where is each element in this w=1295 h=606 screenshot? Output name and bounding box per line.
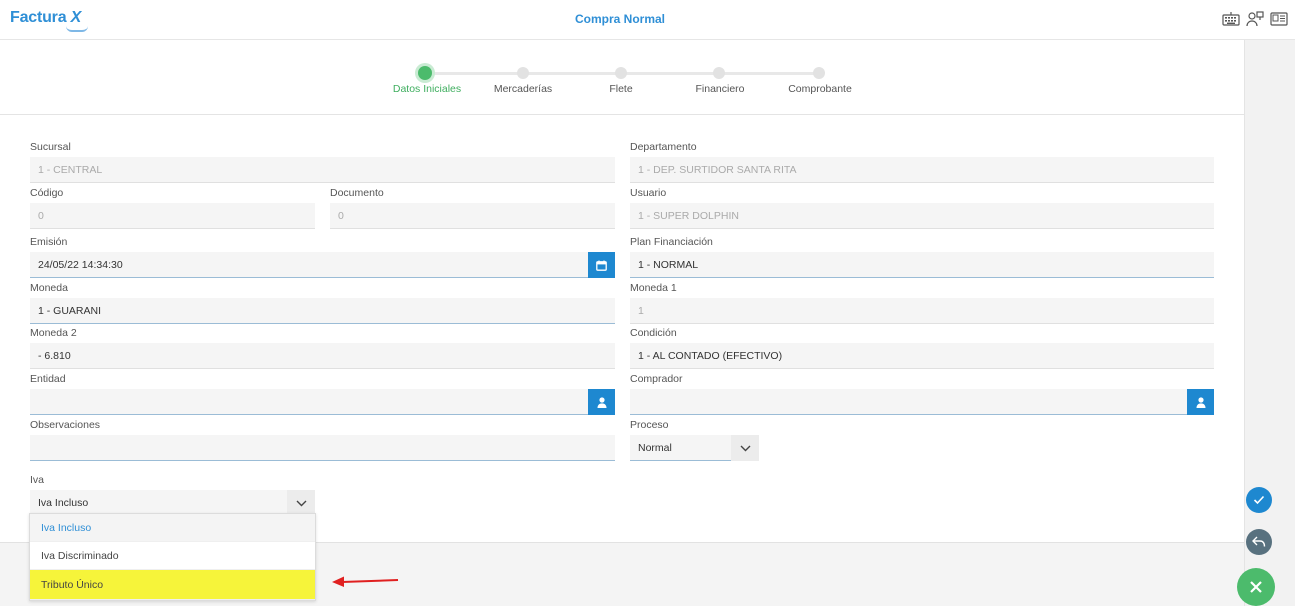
field-moneda: Moneda 1 - GUARANI — [30, 281, 615, 324]
sucursal-input[interactable]: 1 - CENTRAL — [30, 157, 615, 183]
plan-financiacion-input[interactable]: 1 - NORMAL — [630, 252, 1214, 278]
label-plan-financiacion: Plan Financiación — [630, 236, 713, 248]
reply-icon — [1252, 536, 1266, 547]
emision-input[interactable]: 24/05/22 14:34:30 — [30, 252, 615, 278]
user-network-icon[interactable] — [1246, 11, 1264, 27]
condicion-input[interactable]: 1 - AL CONTADO (EFECTIVO) — [630, 343, 1214, 369]
usuario-input[interactable]: 1 - SUPER DOLPHIN — [630, 203, 1214, 229]
top-bar: Factura X Compra Normal — [0, 0, 1295, 40]
field-observaciones: Observaciones — [30, 418, 615, 461]
departamento-input[interactable]: 1 - DEP. SURTIDOR SANTA RITA — [630, 157, 1214, 183]
comprador-input[interactable] — [630, 389, 1214, 415]
field-sucursal: Sucursal 1 - CENTRAL — [30, 140, 615, 183]
field-comprador: Comprador — [630, 372, 1214, 415]
step-label-financiero[interactable]: Financiero — [695, 83, 744, 95]
codigo-input[interactable]: 0 — [30, 203, 315, 229]
right-rail — [1244, 40, 1295, 606]
close-button[interactable] — [1237, 568, 1275, 606]
label-sucursal: Sucursal — [30, 141, 71, 153]
field-proceso: Proceso Normal — [630, 418, 759, 461]
label-usuario: Usuario — [630, 187, 667, 199]
label-entidad: Entidad — [30, 373, 66, 385]
label-proceso: Proceso — [630, 419, 669, 431]
step-dot-financiero[interactable] — [713, 67, 725, 79]
iva-dropdown: Iva Incluso Iva Discriminado Tributo Úni… — [29, 513, 316, 601]
id-card-icon[interactable] — [1270, 11, 1288, 27]
proceso-select[interactable]: Normal — [630, 435, 759, 461]
label-observaciones: Observaciones — [30, 419, 101, 431]
label-emision: Emisión — [30, 236, 68, 248]
label-moneda: Moneda — [30, 282, 68, 294]
moneda1-input[interactable]: 1 — [630, 298, 1214, 324]
field-codigo: Código 0 — [30, 186, 315, 229]
top-icons — [1222, 11, 1288, 27]
proceso-value: Normal — [638, 442, 672, 454]
label-departamento: Departamento — [630, 141, 697, 153]
close-icon — [1250, 581, 1262, 593]
label-moneda2: Moneda 2 — [30, 327, 77, 339]
field-usuario: Usuario 1 - SUPER DOLPHIN — [630, 186, 1214, 229]
iva-value: Iva Incluso — [38, 497, 89, 509]
check-icon — [1253, 495, 1265, 505]
label-documento: Documento — [330, 187, 384, 199]
keyboard-icon[interactable] — [1222, 11, 1240, 27]
chevron-down-icon — [296, 500, 306, 506]
proceso-chevron[interactable] — [731, 435, 759, 461]
documento-input[interactable]: 0 — [330, 203, 615, 229]
field-emision: Emisión 24/05/22 14:34:30 — [30, 235, 615, 278]
undo-button[interactable] — [1246, 529, 1272, 555]
emision-value: 24/05/22 14:34:30 — [38, 259, 123, 271]
iva-option-incluso[interactable]: Iva Incluso — [30, 514, 315, 542]
iva-option-discriminado[interactable]: Iva Discriminado — [30, 542, 315, 570]
step-dot-comprobante[interactable] — [813, 67, 825, 79]
label-iva: Iva — [30, 474, 45, 486]
calendar-icon — [596, 260, 607, 271]
logo-swoosh — [66, 26, 88, 32]
moneda2-input[interactable]: - 6.810 — [30, 343, 615, 369]
field-condicion: Condición 1 - AL CONTADO (EFECTIVO) — [630, 326, 1214, 369]
annotation-arrow — [332, 576, 399, 587]
label-codigo: Código — [30, 187, 64, 199]
field-entidad: Entidad — [30, 372, 615, 415]
field-departamento: Departamento 1 - DEP. SURTIDOR SANTA RIT… — [630, 140, 1214, 183]
step-dot-datos-iniciales[interactable] — [418, 66, 432, 80]
observaciones-input[interactable] — [30, 435, 615, 461]
field-documento: Documento 0 — [330, 186, 615, 229]
comprador-search-button[interactable] — [1187, 389, 1214, 415]
chevron-down-icon — [740, 445, 750, 451]
page-title: Compra Normal — [574, 12, 666, 26]
user-icon — [597, 396, 606, 408]
step-dot-mercaderias[interactable] — [517, 67, 529, 79]
confirm-button[interactable] — [1246, 487, 1272, 513]
field-moneda1: Moneda 1 1 — [630, 281, 1214, 324]
field-iva: Iva Iva Incluso — [30, 473, 315, 516]
entidad-input[interactable] — [30, 389, 615, 415]
moneda-input[interactable]: 1 - GUARANI — [30, 298, 615, 324]
user-icon — [1196, 396, 1205, 408]
step-dot-flete[interactable] — [615, 67, 627, 79]
iva-option-tributo-unico[interactable]: Tributo Único — [30, 570, 315, 600]
step-label-datos-iniciales[interactable]: Datos Iniciales — [393, 83, 461, 95]
wizard-stepper: Datos Iniciales Mercaderías Flete Financ… — [0, 40, 1244, 115]
label-comprador: Comprador — [630, 373, 683, 385]
field-plan-financiacion: Plan Financiación 1 - NORMAL — [630, 235, 1214, 278]
step-label-comprobante[interactable]: Comprobante — [788, 83, 852, 95]
entidad-search-button[interactable] — [588, 389, 615, 415]
label-moneda1: Moneda 1 — [630, 282, 677, 294]
step-label-mercaderias[interactable]: Mercaderías — [494, 83, 552, 95]
field-moneda2: Moneda 2 - 6.810 — [30, 326, 615, 369]
calendar-button[interactable] — [588, 252, 615, 278]
label-condicion: Condición — [630, 327, 677, 339]
step-label-flete[interactable]: Flete — [609, 83, 632, 95]
